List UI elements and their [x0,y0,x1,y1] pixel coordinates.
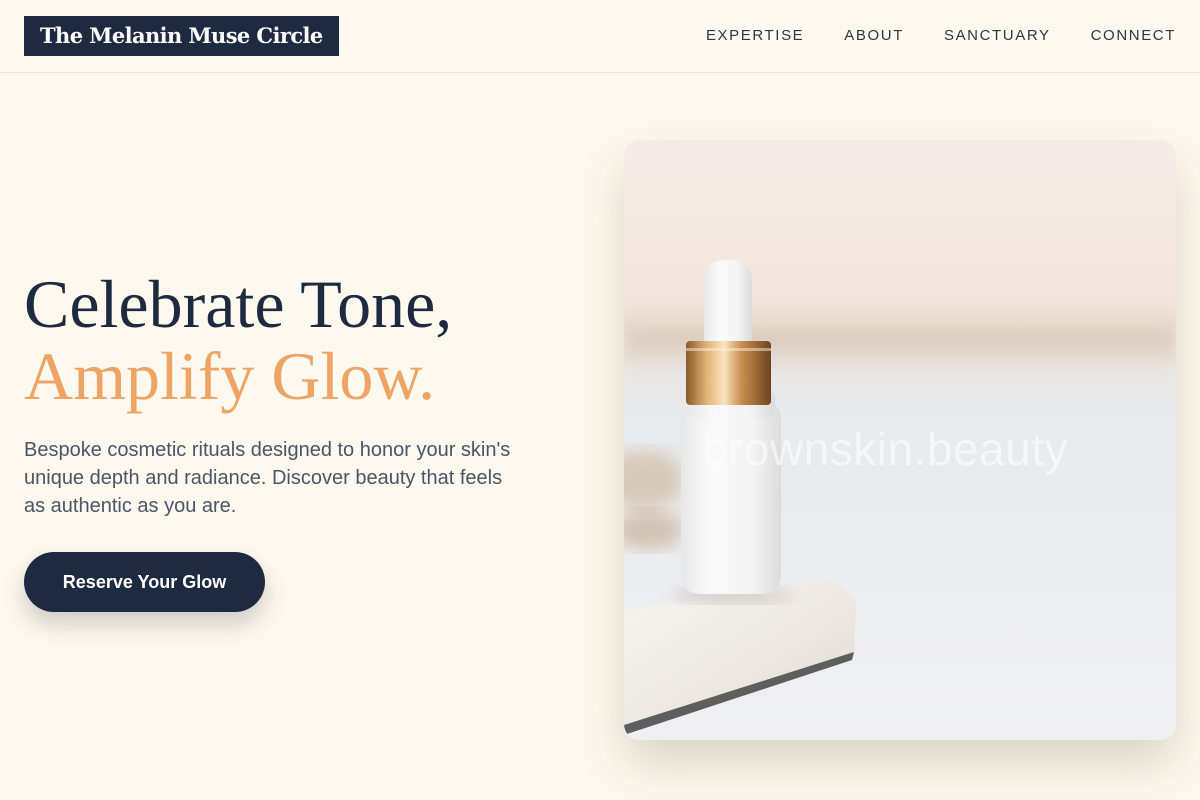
site-logo[interactable]: The Melanin Muse Circle [24,16,339,56]
hero-title-line-2: Amplify Glow. [24,338,436,414]
hero-title-line-1: Celebrate Tone, [24,266,453,342]
reserve-glow-button[interactable]: Reserve Your Glow [24,552,265,612]
photo-watermark: brownskin.beauty [702,423,1068,475]
nav-link-sanctuary[interactable]: SANCTUARY [944,27,1051,45]
nav-link-expertise[interactable]: EXPERTISE [706,27,804,45]
hero-title: Celebrate Tone, Amplify Glow. [24,268,452,412]
site-header: The Melanin Muse Circle EXPERTISE ABOUT … [0,0,1200,73]
nav-link-connect[interactable]: CONNECT [1091,27,1176,45]
nav-link-about[interactable]: ABOUT [844,27,904,45]
hero-description: Bespoke cosmetic rituals designed to hon… [24,439,511,517]
main-nav: EXPERTISE ABOUT SANCTUARY CONNECT [706,27,1176,45]
serum-dropper-bottle-image: brownskin.beauty [624,140,1176,740]
